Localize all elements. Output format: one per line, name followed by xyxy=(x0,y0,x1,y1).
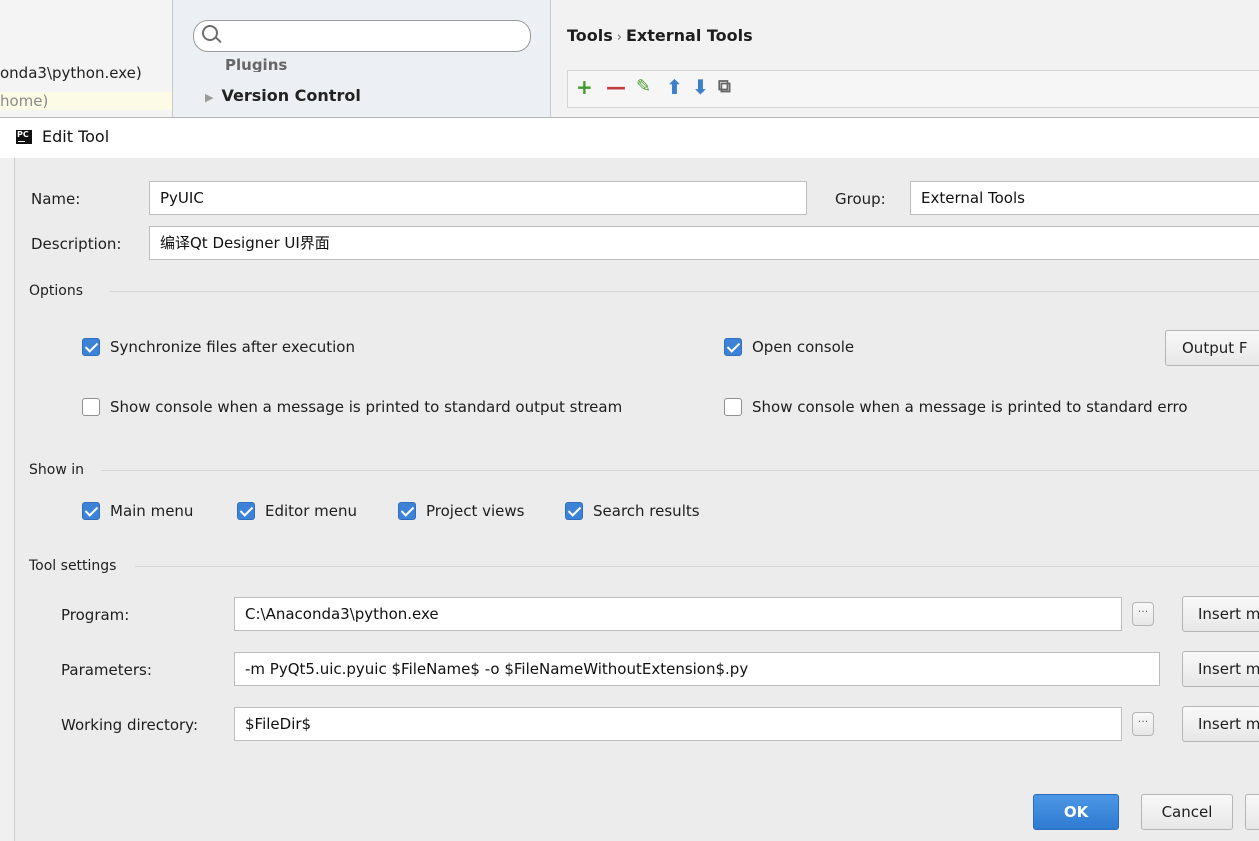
checkbox-unchecked-icon[interactable] xyxy=(82,398,100,416)
search-icon xyxy=(202,25,218,41)
name-label: Name: xyxy=(31,190,81,208)
checkbox-label: Search results xyxy=(593,502,700,520)
pycharm-logo-icon: PC xyxy=(16,130,32,144)
group-label: Group: xyxy=(835,190,886,208)
expand-arrow-icon[interactable]: ▶ xyxy=(205,91,213,104)
name-input[interactable]: PyUIC xyxy=(149,181,807,215)
copy-icon[interactable]: ⧉ xyxy=(718,75,731,99)
edit-tool-dialog: PC Edit Tool Name: PyUIC Group: External… xyxy=(0,117,1259,841)
checkbox-checked-icon[interactable] xyxy=(82,338,100,356)
working-directory-label: Working directory: xyxy=(61,716,199,734)
show-in-divider xyxy=(101,470,1259,471)
cancel-button[interactable]: Cancel xyxy=(1141,794,1233,830)
checkbox-checked-icon[interactable] xyxy=(565,502,583,520)
history-line: onda3\python.exe) xyxy=(0,64,142,82)
checkbox-checked-icon[interactable] xyxy=(724,338,742,356)
checkbox-label: Project views xyxy=(426,502,525,520)
checkbox-checked-icon[interactable] xyxy=(398,502,416,520)
checkbox-label: Show console when a message is printed t… xyxy=(752,398,1188,416)
breadcrumb-separator: › xyxy=(616,30,622,45)
checkbox-label: Editor menu xyxy=(265,502,358,520)
ok-button[interactable]: OK xyxy=(1033,794,1119,830)
description-label: Description: xyxy=(31,235,122,253)
move-down-icon[interactable]: ⬇ xyxy=(692,75,709,99)
working-directory-input[interactable]: $FileDir$ xyxy=(234,707,1122,741)
parameters-insert-macro-button[interactable]: Insert m xyxy=(1182,651,1259,687)
breadcrumb: Tools › External Tools xyxy=(567,26,753,45)
checkbox-label: Synchronize files after execution xyxy=(110,338,355,356)
options-divider xyxy=(110,291,1259,292)
edit-icon[interactable]: ✎ xyxy=(636,75,651,99)
description-input[interactable]: 编译Qt Designer UI界面 xyxy=(149,226,1259,260)
parameters-input[interactable]: -m PyQt5.uic.pyuic $FileName$ -o $FileNa… xyxy=(234,652,1160,686)
tree-item-label: Version Control xyxy=(221,86,361,105)
tool-settings-section-title: Tool settings xyxy=(29,558,117,574)
program-input[interactable]: C:\Anaconda3\python.exe xyxy=(234,597,1122,631)
help-button[interactable] xyxy=(1245,794,1259,830)
checkbox-label: Open console xyxy=(752,338,855,356)
tree-item-version-control[interactable]: ▶ Version Control xyxy=(205,86,361,105)
program-label: Program: xyxy=(61,606,130,624)
dialog-body: Name: PyUIC Group: External Tools Descri… xyxy=(14,158,1259,841)
checkbox-checked-icon[interactable] xyxy=(237,502,255,520)
tree-item-plugins[interactable]: Plugins xyxy=(225,56,287,72)
search-results-checkbox[interactable]: Search results xyxy=(565,502,700,520)
dialog-title: Edit Tool xyxy=(42,127,110,146)
open-console-checkbox[interactable]: Open console xyxy=(724,338,854,356)
show-console-stderr-checkbox[interactable]: Show console when a message is printed t… xyxy=(724,398,1188,416)
sync-files-checkbox[interactable]: Synchronize files after execution xyxy=(82,338,355,356)
checkbox-label: Main menu xyxy=(110,502,194,520)
history-line: home) xyxy=(0,92,172,110)
breadcrumb-external-tools: External Tools xyxy=(625,26,753,45)
working-directory-browse-button[interactable]: ··· xyxy=(1132,712,1154,736)
dialog-titlebar[interactable]: PC Edit Tool xyxy=(0,118,1259,158)
show-in-section-title: Show in xyxy=(29,462,84,478)
main-menu-checkbox[interactable]: Main menu xyxy=(82,502,193,520)
move-up-icon[interactable]: ⬆ xyxy=(666,75,683,99)
external-tools-toolbar: + — ✎ ⬆ ⬇ ⧉ xyxy=(567,70,1259,108)
checkbox-checked-icon[interactable] xyxy=(82,502,100,520)
options-section-title: Options xyxy=(29,283,84,299)
output-filters-button[interactable]: Output F xyxy=(1165,330,1259,366)
checkbox-unchecked-icon[interactable] xyxy=(724,398,742,416)
settings-search-input[interactable] xyxy=(193,20,531,52)
breadcrumb-tools: Tools xyxy=(567,26,613,45)
checkbox-label: Show console when a message is printed t… xyxy=(110,398,623,416)
working-directory-insert-macro-button[interactable]: Insert m xyxy=(1182,706,1259,742)
program-browse-button[interactable]: ··· xyxy=(1132,602,1154,626)
project-views-checkbox[interactable]: Project views xyxy=(398,502,524,520)
group-combobox[interactable]: External Tools xyxy=(910,181,1259,215)
add-icon[interactable]: + xyxy=(576,75,593,99)
parameters-label: Parameters: xyxy=(61,661,152,679)
program-insert-macro-button[interactable]: Insert m xyxy=(1182,596,1259,632)
tool-settings-divider xyxy=(135,566,1259,567)
show-console-stdout-checkbox[interactable]: Show console when a message is printed t… xyxy=(82,398,622,416)
editor-menu-checkbox[interactable]: Editor menu xyxy=(237,502,357,520)
remove-icon[interactable]: — xyxy=(606,75,626,99)
